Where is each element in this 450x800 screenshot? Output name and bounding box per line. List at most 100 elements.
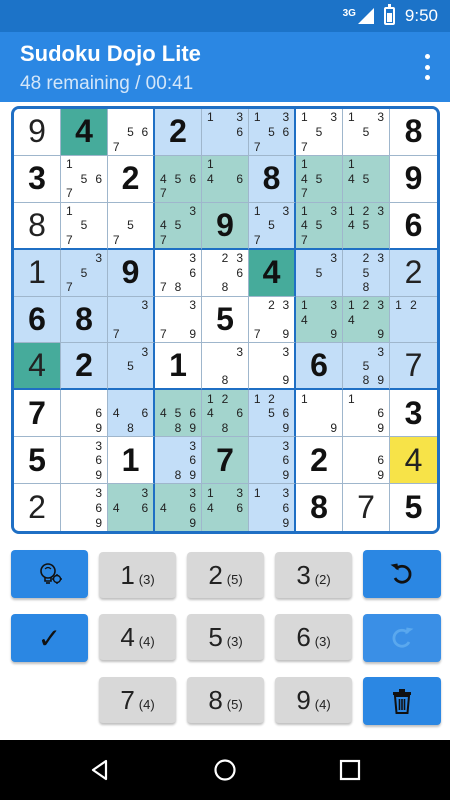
cell-r6-c5[interactable]: 38 xyxy=(202,343,249,391)
cell-r7-c5[interactable]: 124 68 xyxy=(202,390,249,438)
cell-r8-c6[interactable]: 369 xyxy=(249,437,296,485)
cell-r9-c3[interactable]: 3 4 6 xyxy=(108,484,155,531)
cell-r9-c5[interactable]: 1 3 4 6 xyxy=(202,484,249,531)
digit-1-button[interactable]: 1 (3) xyxy=(99,552,176,598)
cell-r6-c1[interactable]: 4 xyxy=(14,343,61,391)
cell-r1-c8[interactable]: 1 35 xyxy=(343,109,390,156)
cell-r5-c7[interactable]: 1 3 4 9 xyxy=(296,296,343,344)
delete-button[interactable] xyxy=(363,677,441,725)
cell-r7-c3[interactable]: 4 68 xyxy=(108,390,155,438)
cell-r1-c5[interactable]: 1 36 xyxy=(202,109,249,156)
cell-r4-c7[interactable]: 35 xyxy=(296,249,343,297)
cell-r2-c4[interactable]: 456 7 xyxy=(155,155,202,203)
check-button[interactable]: ✓ xyxy=(11,614,88,662)
cell-r8-c1[interactable]: 5 xyxy=(14,437,61,485)
cell-r6-c8[interactable]: 3589 xyxy=(343,343,390,391)
cell-r3-c1[interactable]: 8 xyxy=(14,202,61,250)
hint-button[interactable] xyxy=(11,550,88,598)
cell-r3-c3[interactable]: 57 xyxy=(108,202,155,250)
cell-r8-c3[interactable]: 1 xyxy=(108,437,155,485)
cell-r7-c6[interactable]: 12569 xyxy=(249,390,296,438)
cell-r7-c4[interactable]: 45689 xyxy=(155,390,202,438)
digit-4-button[interactable]: 4 (4) xyxy=(99,614,176,660)
cell-r5-c2[interactable]: 8 xyxy=(61,296,108,344)
cell-r2-c2[interactable]: 1567 xyxy=(61,155,108,203)
cell-r2-c9[interactable]: 9 xyxy=(390,155,437,203)
cell-r8-c8[interactable]: 69 xyxy=(343,437,390,485)
cell-r9-c1[interactable]: 2 xyxy=(14,484,61,531)
cell-r1-c7[interactable]: 1 357 xyxy=(296,109,343,156)
redo-button[interactable] xyxy=(363,614,441,662)
cell-r6-c3[interactable]: 35 xyxy=(108,343,155,391)
cell-r5-c6[interactable]: 23 7 9 xyxy=(249,296,296,344)
digit-6-button[interactable]: 6 (3) xyxy=(275,614,352,660)
cell-r3-c7[interactable]: 1 3 457 xyxy=(296,202,343,250)
cell-r8-c4[interactable]: 3689 xyxy=(155,437,202,485)
undo-button[interactable] xyxy=(363,550,441,598)
cell-r7-c7[interactable]: 19 xyxy=(296,390,343,438)
cell-r8-c7[interactable]: 2 xyxy=(296,437,343,485)
cell-r3-c2[interactable]: 157 xyxy=(61,202,108,250)
digit-9-button[interactable]: 9 (4) xyxy=(275,677,352,723)
cell-r4-c8[interactable]: 2358 xyxy=(343,249,390,297)
cell-r9-c7[interactable]: 8 xyxy=(296,484,343,531)
digit-3-button[interactable]: 3 (2) xyxy=(275,552,352,598)
cell-r8-c2[interactable]: 369 xyxy=(61,437,108,485)
cell-r4-c2[interactable]: 357 xyxy=(61,249,108,297)
cell-r5-c3[interactable]: 37 xyxy=(108,296,155,344)
cell-r6-c2[interactable]: 2 xyxy=(61,343,108,391)
back-icon[interactable] xyxy=(88,758,112,782)
recents-icon[interactable] xyxy=(339,759,361,781)
pencil-mark xyxy=(138,218,152,232)
cell-r9-c4[interactable]: 3 4 69 xyxy=(155,484,202,531)
cell-r6-c6[interactable]: 39 xyxy=(249,343,296,391)
cell-r3-c5[interactable]: 9 xyxy=(202,202,249,250)
cell-r3-c8[interactable]: 123 45 xyxy=(343,202,390,250)
cell-r6-c7[interactable]: 6 xyxy=(296,343,343,391)
cell-r5-c5[interactable]: 5 xyxy=(202,296,249,344)
cell-r2-c5[interactable]: 14 6 xyxy=(202,155,249,203)
cell-r8-c5[interactable]: 7 xyxy=(202,437,249,485)
digit-2-button[interactable]: 2 (5) xyxy=(187,552,264,598)
cell-r5-c1[interactable]: 6 xyxy=(14,296,61,344)
cell-r9-c9[interactable]: 5 xyxy=(390,484,437,531)
cell-r1-c1[interactable]: 9 xyxy=(14,109,61,156)
cell-r9-c2[interactable]: 369 xyxy=(61,484,108,531)
cell-r2-c1[interactable]: 3 xyxy=(14,155,61,203)
cell-r1-c6[interactable]: 1 356 7 xyxy=(249,109,296,156)
overflow-menu-icon[interactable] xyxy=(424,54,430,80)
cell-r1-c4[interactable]: 2 xyxy=(155,109,202,156)
cell-r3-c6[interactable]: 1 357 xyxy=(249,202,296,250)
home-icon[interactable] xyxy=(213,758,237,782)
digit-8-button[interactable]: 8 (5) xyxy=(187,677,264,723)
cell-r5-c8[interactable]: 123 4 9 xyxy=(343,296,390,344)
cell-r4-c1[interactable]: 1 xyxy=(14,249,61,297)
cell-r9-c6[interactable]: 1 369 xyxy=(249,484,296,531)
cell-r7-c2[interactable]: 69 xyxy=(61,390,108,438)
cell-r2-c7[interactable]: 1457 xyxy=(296,155,343,203)
cell-r2-c8[interactable]: 145 xyxy=(343,155,390,203)
cell-r3-c9[interactable]: 6 xyxy=(390,202,437,250)
cell-r5-c9[interactable]: 12 xyxy=(390,296,437,344)
cell-r1-c3[interactable]: 56 7 xyxy=(108,109,155,156)
cell-r4-c3[interactable]: 9 xyxy=(108,249,155,297)
digit-7-button[interactable]: 7 (4) xyxy=(99,677,176,723)
cell-r4-c9[interactable]: 2 xyxy=(390,249,437,297)
cell-r7-c8[interactable]: 1 69 xyxy=(343,390,390,438)
cell-r1-c9[interactable]: 8 xyxy=(390,109,437,156)
cell-r8-c9[interactable]: 4 xyxy=(390,437,437,485)
cell-r1-c2[interactable]: 4 xyxy=(61,109,108,156)
cell-r6-c4[interactable]: 1 xyxy=(155,343,202,391)
cell-r4-c6[interactable]: 4 xyxy=(249,249,296,297)
cell-r9-c8[interactable]: 7 xyxy=(343,484,390,531)
digit-5-button[interactable]: 5 (3) xyxy=(187,614,264,660)
cell-r2-c3[interactable]: 2 xyxy=(108,155,155,203)
cell-r2-c6[interactable]: 8 xyxy=(249,155,296,203)
cell-r4-c4[interactable]: 36 78 xyxy=(155,249,202,297)
cell-r4-c5[interactable]: 2368 xyxy=(202,249,249,297)
cell-r5-c4[interactable]: 3 7 9 xyxy=(155,296,202,344)
cell-r7-c1[interactable]: 7 xyxy=(14,390,61,438)
cell-r3-c4[interactable]: 3 457 xyxy=(155,202,202,250)
cell-r7-c9[interactable]: 3 xyxy=(390,390,437,438)
cell-r6-c9[interactable]: 7 xyxy=(390,343,437,391)
